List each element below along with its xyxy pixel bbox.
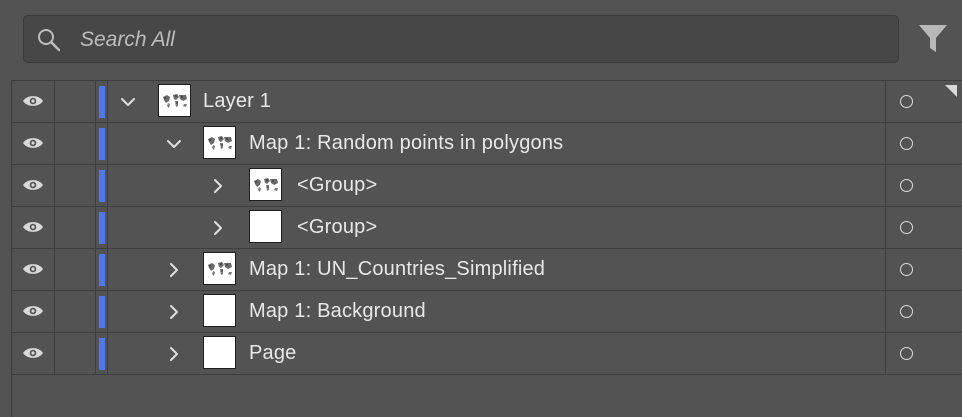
lock-toggle[interactable] — [55, 165, 96, 206]
column-divider — [107, 249, 108, 290]
chevron-right-icon[interactable] — [210, 178, 226, 194]
lock-toggle[interactable] — [55, 81, 96, 122]
eye-icon — [23, 180, 43, 190]
layer-color-swatch — [99, 212, 105, 244]
layer-row[interactable]: Page — [12, 333, 962, 375]
layer-name[interactable]: Page — [249, 342, 297, 365]
layer-thumbnail — [203, 252, 236, 285]
layer-row[interactable]: Map 1: UN_Countries_Simplified — [12, 249, 962, 291]
layer-name[interactable]: Map 1: UN_Countries_Simplified — [249, 258, 545, 281]
layer-row[interactable]: <Group> — [12, 207, 962, 249]
chevron-right-icon[interactable] — [210, 220, 226, 236]
layer-thumbnail — [158, 84, 191, 117]
lock-toggle[interactable] — [55, 123, 96, 164]
target-circle-icon[interactable] — [900, 305, 913, 318]
layer-color-swatch — [99, 338, 105, 370]
target-circle-icon[interactable] — [900, 263, 913, 276]
search-bar-area — [0, 0, 962, 78]
column-divider — [107, 123, 108, 164]
column-divider — [885, 249, 886, 290]
column-divider — [885, 333, 886, 374]
visibility-toggle[interactable] — [12, 249, 55, 290]
layer-row[interactable]: Map 1: Random points in polygons — [12, 123, 962, 165]
layer-row[interactable]: <Group> — [12, 165, 962, 207]
layer-color-swatch — [99, 296, 105, 328]
visibility-toggle[interactable] — [12, 291, 55, 332]
lock-toggle[interactable] — [55, 249, 96, 290]
layer-thumbnail — [203, 336, 236, 369]
column-divider — [107, 207, 108, 248]
layer-color-swatch — [99, 254, 105, 286]
layer-name[interactable]: Map 1: Background — [249, 300, 426, 323]
lock-toggle[interactable] — [55, 333, 96, 374]
column-divider — [885, 291, 886, 332]
search-field[interactable] — [23, 15, 899, 63]
layer-thumbnail — [249, 168, 282, 201]
eye-icon — [23, 348, 43, 358]
column-divider — [885, 123, 886, 164]
layers-panel: Layer 1 Map 1: Random points in polygons <… — [11, 80, 962, 417]
eye-icon — [23, 306, 43, 316]
layer-thumbnail — [203, 126, 236, 159]
layer-color-swatch — [99, 170, 105, 202]
column-divider — [107, 165, 108, 206]
layer-name[interactable]: <Group> — [297, 216, 377, 239]
eye-icon — [23, 222, 43, 232]
chevron-right-icon[interactable] — [166, 304, 182, 320]
filter-icon[interactable] — [917, 22, 949, 56]
layer-thumbnail — [203, 294, 236, 327]
layer-name[interactable]: Layer 1 — [203, 90, 271, 113]
layer-thumbnail — [249, 210, 282, 243]
column-divider — [885, 81, 886, 122]
chevron-right-icon[interactable] — [166, 262, 182, 278]
visibility-toggle[interactable] — [12, 81, 55, 122]
target-circle-icon[interactable] — [900, 137, 913, 150]
layer-name[interactable]: <Group> — [297, 174, 377, 197]
column-divider — [885, 207, 886, 248]
visibility-toggle[interactable] — [12, 207, 55, 248]
target-circle-icon[interactable] — [900, 179, 913, 192]
layer-color-swatch — [99, 128, 105, 160]
layer-color-swatch — [99, 86, 105, 118]
layer-row[interactable]: Layer 1 — [12, 81, 962, 123]
eye-icon — [23, 96, 43, 106]
visibility-toggle[interactable] — [12, 123, 55, 164]
column-divider — [107, 81, 108, 122]
chevron-down-icon[interactable] — [166, 136, 182, 152]
lock-toggle[interactable] — [55, 207, 96, 248]
eye-icon — [23, 138, 43, 148]
search-icon — [38, 29, 61, 52]
search-input[interactable] — [78, 24, 882, 56]
column-divider — [885, 165, 886, 206]
column-divider — [107, 333, 108, 374]
eye-icon — [23, 264, 43, 274]
chevron-right-icon[interactable] — [166, 346, 182, 362]
column-divider — [107, 291, 108, 332]
target-circle-icon[interactable] — [900, 347, 913, 360]
layer-row[interactable]: Map 1: Background — [12, 291, 962, 333]
visibility-toggle[interactable] — [12, 165, 55, 206]
lock-toggle[interactable] — [55, 291, 96, 332]
chevron-down-icon[interactable] — [120, 94, 136, 110]
layer-name[interactable]: Map 1: Random points in polygons — [249, 132, 563, 155]
target-circle-icon[interactable] — [900, 95, 913, 108]
target-circle-icon[interactable] — [900, 221, 913, 234]
visibility-toggle[interactable] — [12, 333, 55, 374]
